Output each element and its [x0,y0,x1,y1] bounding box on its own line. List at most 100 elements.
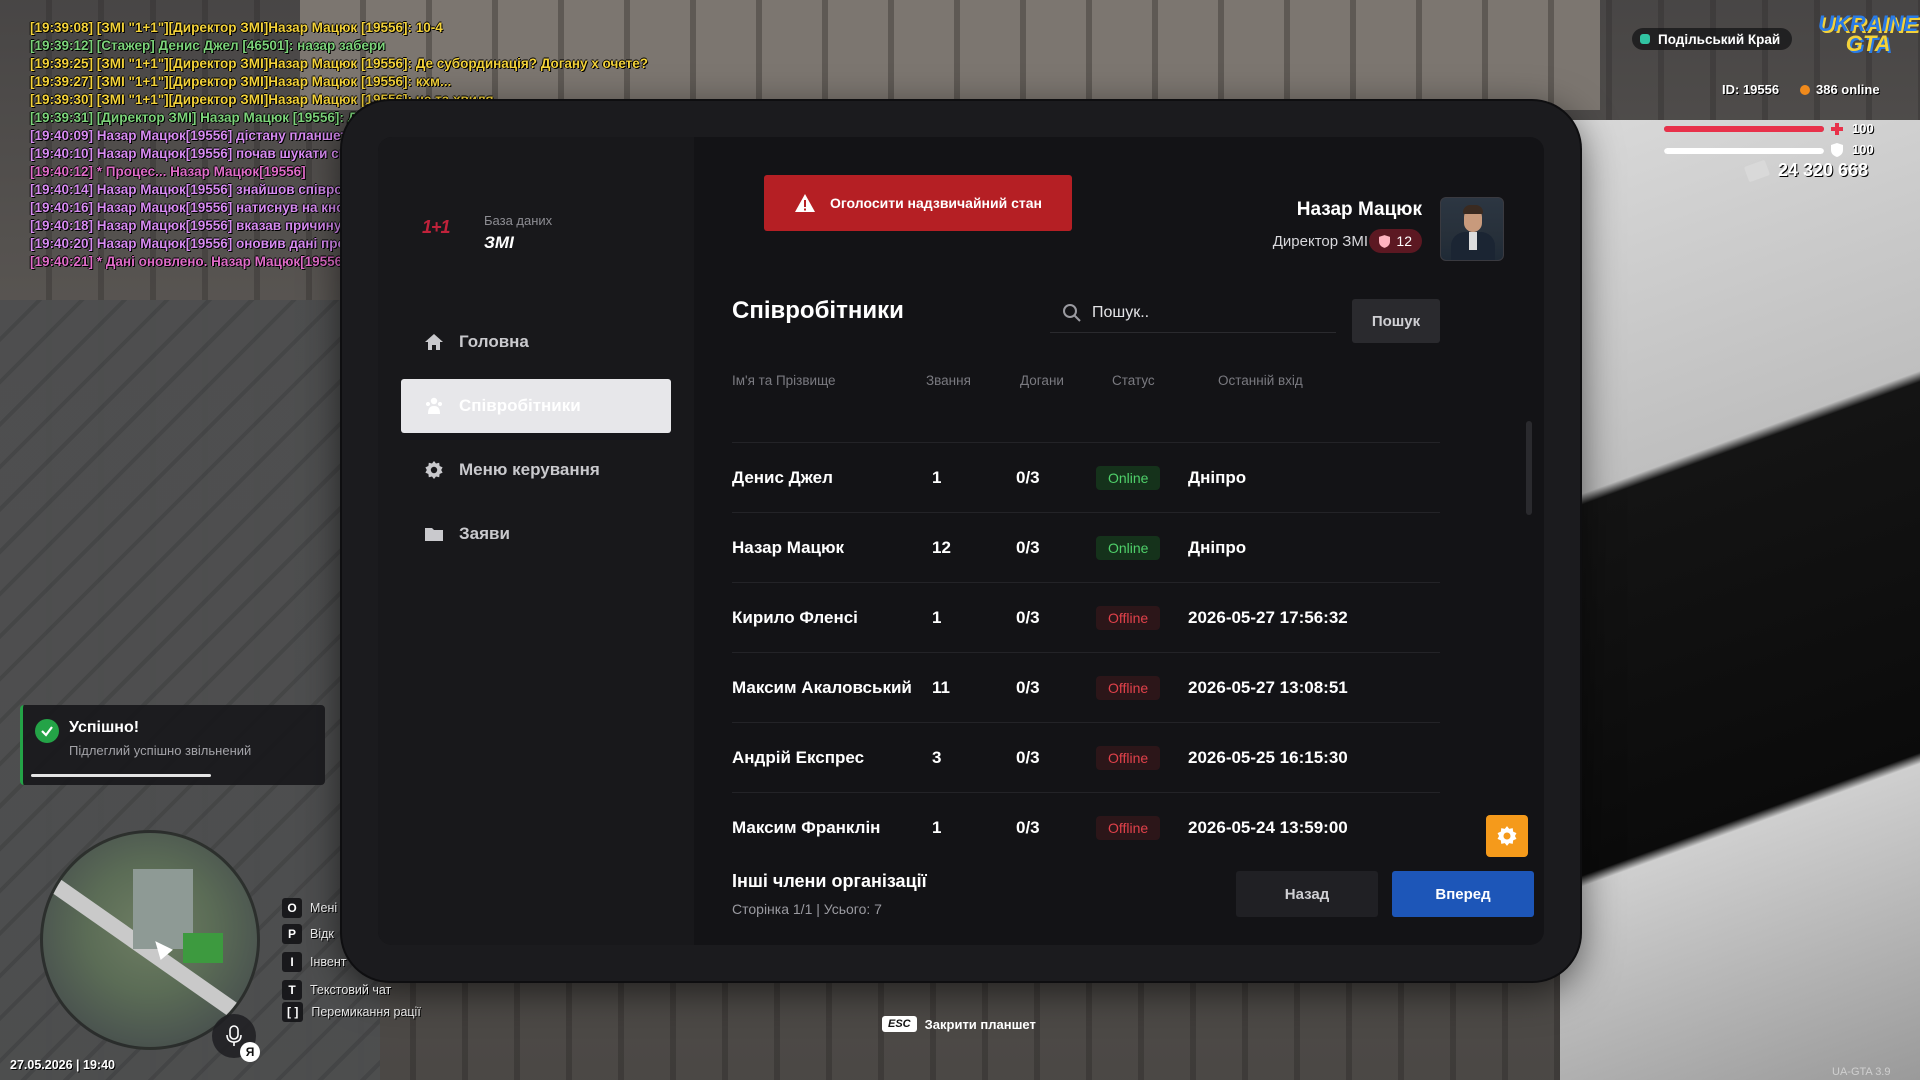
sidebar-item-label: Співробітники [459,396,581,415]
employee-warnings: 0/3 [1016,678,1040,697]
rank-value: 12 [1396,233,1412,249]
profile-role: Директор ЗМІ [1272,233,1368,250]
rank-badge: 12 [1369,229,1422,253]
sidebar: 1+1 База даних ЗМІ Головна Співробітники [378,137,694,945]
check-icon [35,719,59,743]
chat-line: [19:39:08] [ЗМІ "1+1"][Директор ЗМІ]Наза… [30,20,443,35]
game-logo: UKRAINE GTA [1818,13,1918,56]
employee-name: Максим Франклін [732,818,881,837]
chat-line: [19:39:25] [ЗМІ "1+1"][Директор ЗМІ]Наза… [30,56,649,71]
employee-rank: 11 [932,678,950,697]
key-cap: O [282,898,302,918]
sidebar-item-label: Меню керування [459,460,600,479]
esc-key: ESC [882,1016,917,1032]
avatar[interactable] [1440,197,1504,261]
armor-bar [1664,148,1824,154]
table-row[interactable]: Кирило Фленсі 1 0/3 2026-05-27 17:56:32 Offl… [732,582,1440,652]
gear-icon [423,459,445,481]
sidebar-item-control-menu[interactable]: Меню керування [401,443,671,497]
region-label: Подільський Край [1658,31,1781,47]
tablet: 1+1 База даних ЗМІ Головна Співробітники [342,101,1580,981]
employee-name: Кирило Фленсі [732,608,858,627]
employee-name: Андрій Експрес [732,748,865,767]
search-icon [1063,303,1081,322]
key-hint-label: Інвент [310,955,347,969]
employee-name: Денис Джел [732,468,833,487]
employee-last-login: Дніпро [1188,538,1247,557]
employee-last-login: 2026-05-25 16:15:30 [1188,748,1348,767]
game-logo-bottom: GTA [1845,31,1891,56]
employee-rank: 3 [932,748,942,767]
column-header-status: Статус [1112,373,1155,388]
brand-logo: 1+1 [422,217,451,237]
column-header-last-login: Останній вхід [1218,373,1303,388]
armor-value: 100 [1852,142,1874,157]
home-icon [423,331,445,353]
other-members-title: Інші члени організації [732,871,927,891]
armor-icon [1831,143,1843,157]
chat-line: [19:39:27] [ЗМІ "1+1"][Директор ЗМІ]Наза… [30,74,452,89]
pagination-info: Сторінка 1/1 | Усього: 7 [732,901,882,917]
folder-icon [423,523,445,545]
sidebar-item-employees[interactable]: Співробітники [401,379,671,433]
profile-name: Назар Мацюк [1296,199,1422,220]
key-hint-label: Відк [310,927,334,941]
employee-warnings: 0/3 [1016,538,1040,557]
status-badge: Offline [1096,816,1161,840]
money-display: 24 320 668 [1743,159,1868,182]
region-indicator: Подільський Край [1632,28,1793,50]
health-icon [1831,123,1843,135]
status-badge: Offline [1096,676,1161,700]
back-button[interactable]: Назад [1236,871,1378,917]
emergency-button-label: Оголосити надзвичайний стан [830,195,1042,211]
employee-warnings: 0/3 [1016,818,1040,837]
health-value: 100 [1852,121,1874,136]
next-button[interactable]: Вперед [1392,871,1534,917]
sidebar-item-applications[interactable]: Заяви [401,507,671,561]
toast-title: Успішно! [69,719,140,736]
success-toast: Успішно! Підлеглий успішно звільнений [20,705,325,785]
toast-progress [31,774,211,777]
employee-settings-button[interactable] [1486,815,1528,857]
employee-rank: 1 [932,818,942,837]
table-row[interactable]: Назар Мацюк 12 0/3 Дніпро Online [732,512,1440,582]
scrollbar[interactable] [1526,421,1532,515]
brand-name: ЗМІ [484,233,514,252]
users-icon [423,395,445,417]
sidebar-item-home[interactable]: Головна [401,315,671,369]
employee-rank: 12 [932,538,951,557]
region-icon [1640,34,1650,44]
sidebar-item-label: Заяви [459,524,510,543]
key-hint-label: Перемикання рації [311,1005,421,1019]
status-badge: Online [1096,466,1161,490]
background-car [1560,120,1920,1080]
employee-last-login: 2026-05-24 13:59:00 [1188,818,1348,837]
online-icon [1800,84,1810,95]
brand-label: База даних [484,213,553,228]
search-input[interactable] [1092,303,1312,322]
employee-warnings: 0/3 [1016,748,1040,767]
employee-last-login: 2026-05-27 17:56:32 [1188,608,1348,627]
toast-text: Підлеглий успішно звільнений [69,743,252,758]
employee-name: Максим Акаловський [732,678,912,697]
emergency-button[interactable]: Оголосити надзвичайний стан [764,175,1072,231]
page-title: Співробітники [732,297,904,324]
chat-line: [19:39:12] [Стажер] Денис Джел [46501]: … [30,38,386,53]
employee-rank: 1 [932,468,942,487]
table-row[interactable]: Максим Акаловський 11 0/3 2026-05-27 13:08:… [732,652,1440,722]
search-button[interactable]: Пошук [1352,299,1440,343]
key-cap: T [282,980,302,1000]
table-row[interactable]: Андрій Експрес 3 0/3 2026-05-25 16:15:30 Off… [732,722,1440,792]
status-badge: Online [1096,536,1161,560]
close-tablet-hint: ESC Закрити планшет [882,1016,1036,1032]
table-row[interactable]: Максим Франклін 1 0/3 2026-05-24 13:59:00 Of… [732,792,1440,862]
column-header-name: Ім'я та Прізвище [732,373,836,388]
status-badge: Offline [1096,606,1161,630]
table-row[interactable]: Денис Джел 1 0/3 Дніпро Online [732,442,1440,512]
tablet-screen: 1+1 База даних ЗМІ Головна Співробітники [378,137,1544,945]
key-hint: I Інвент [282,952,346,972]
employee-warnings: 0/3 [1016,468,1040,487]
key-cap: [ ] [282,1002,304,1022]
warning-icon [795,194,815,212]
player-id: ID: 19556 [1722,82,1780,97]
